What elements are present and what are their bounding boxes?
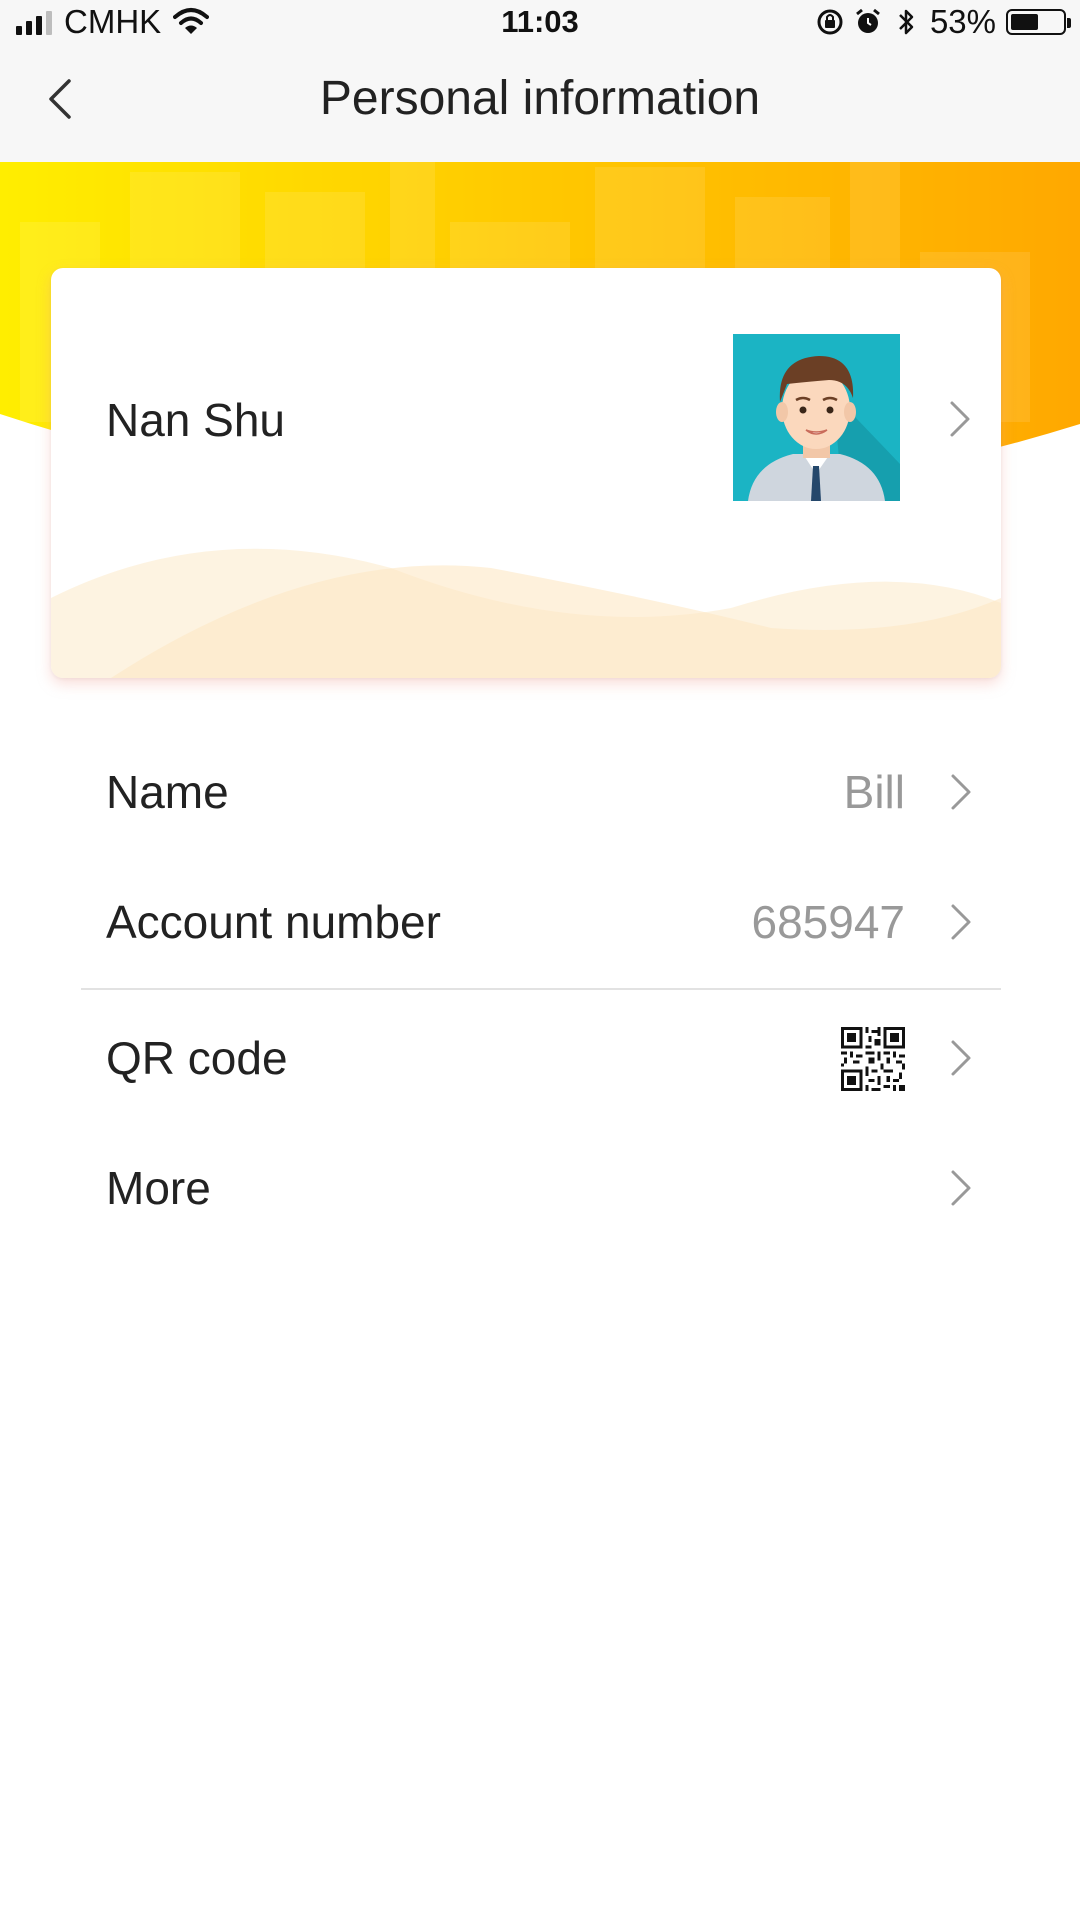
list-item-more[interactable]: More	[0, 1133, 1080, 1243]
chevron-right-icon	[951, 904, 971, 940]
name-label: Name	[106, 766, 229, 818]
list-item-name[interactable]: Name Bill	[0, 737, 1080, 847]
profile-display-name: Nan Shu	[106, 394, 286, 446]
battery-level	[1011, 14, 1038, 30]
bluetooth-icon	[899, 9, 914, 35]
list-item-qr-code[interactable]: QR code	[0, 1003, 1080, 1113]
chevron-right-icon	[950, 401, 970, 437]
rotation-lock-icon	[817, 9, 843, 35]
chevron-right-icon	[951, 1170, 971, 1206]
battery-percent: 53%	[929, 3, 996, 40]
chevron-right-icon	[951, 1040, 971, 1076]
card-wave-decoration	[51, 548, 1001, 678]
status-bar: CMHK 11:03 53%	[0, 0, 1080, 44]
list-item-account-number[interactable]: Account number 685947	[0, 867, 1080, 977]
chevron-right-icon	[951, 774, 971, 810]
account-number-label: Account number	[106, 896, 441, 948]
name-value: Bill	[843, 766, 905, 818]
profile-card[interactable]: Nan Shu	[51, 268, 1001, 678]
divider	[81, 988, 1001, 990]
battery-icon	[1006, 9, 1071, 35]
qr-code-icon[interactable]	[841, 1027, 905, 1091]
qr-code-label: QR code	[106, 1032, 288, 1084]
navigation-bar: Personal information	[0, 44, 1080, 162]
account-number-value: 685947	[751, 896, 906, 948]
status-right: 53%	[816, 0, 1071, 44]
more-label: More	[106, 1162, 211, 1214]
page-title: Personal information	[319, 71, 761, 125]
avatar[interactable]	[733, 334, 900, 501]
personal-info-screen: CMHK 11:03 53% Personal information Nan …	[0, 0, 1080, 1920]
alarm-icon	[856, 8, 880, 33]
